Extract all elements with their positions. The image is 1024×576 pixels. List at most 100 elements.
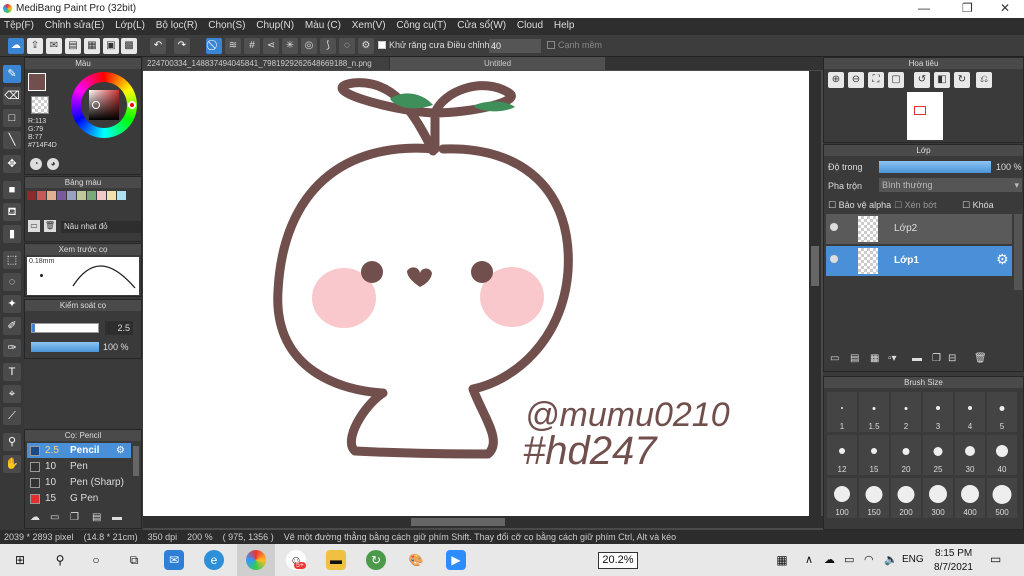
- brush-new-icon[interactable]: ▭: [50, 512, 59, 523]
- notification-center-icon[interactable]: ▭: [990, 552, 1001, 566]
- layer-visibility-icon[interactable]: [830, 223, 838, 231]
- rotate-right-icon[interactable]: ↻: [954, 72, 970, 88]
- brush-file-icon[interactable]: ▤: [92, 512, 101, 523]
- brush-size-value[interactable]: 2.5: [105, 321, 133, 335]
- navigator-viewport[interactable]: [914, 106, 926, 115]
- brush-item-pen[interactable]: 10 Pen: [27, 459, 131, 474]
- layer-settings-gear-icon[interactable]: ⚙: [996, 251, 1009, 268]
- brush-size-option[interactable]: 100: [827, 478, 857, 518]
- zoom-out-icon[interactable]: ⊖: [848, 72, 864, 88]
- brush-size-option[interactable]: 5: [987, 392, 1017, 432]
- brush-cloud-icon[interactable]: ☁: [30, 512, 40, 523]
- brush-tool-icon[interactable]: ✎: [3, 65, 21, 83]
- brush-size-option[interactable]: 25: [923, 435, 953, 475]
- brush-size-option[interactable]: 400: [955, 478, 985, 518]
- flip-icon[interactable]: ◧: [934, 72, 950, 88]
- brush-size-option[interactable]: 1: [827, 392, 857, 432]
- lasso-tool-icon[interactable]: ◌: [3, 273, 21, 291]
- comment-icon[interactable]: ✉: [46, 38, 62, 54]
- document-icon[interactable]: ▦: [84, 38, 100, 54]
- brush-settings-gear-icon[interactable]: ⚙: [116, 443, 125, 458]
- close-button[interactable]: ✕: [1000, 1, 1010, 15]
- delete-palette-icon[interactable]: 🗑: [44, 220, 56, 232]
- ellipse-snap-icon[interactable]: ◌: [339, 38, 355, 54]
- snap-off-icon[interactable]: ⃠: [206, 38, 222, 54]
- rect-tool-icon[interactable]: □: [3, 109, 21, 127]
- task-view-icon[interactable]: ⧉: [124, 550, 144, 570]
- brush-folder-icon[interactable]: ▬: [112, 512, 122, 523]
- brush-size-option[interactable]: 2: [891, 392, 921, 432]
- wifi-icon[interactable]: ◠: [864, 553, 874, 566]
- show-hidden-icons[interactable]: ∧: [805, 553, 813, 566]
- layer-row-1[interactable]: Lớp1 ⚙: [826, 246, 1012, 276]
- canvas-vertical-scrollbar[interactable]: [809, 71, 821, 516]
- cloud-icon[interactable]: ☁: [8, 38, 24, 54]
- adjust-input[interactable]: 40: [489, 39, 541, 53]
- palette-swatch[interactable]: [57, 191, 66, 200]
- operation-tool-icon[interactable]: ⌖: [3, 385, 21, 403]
- brush-size-option[interactable]: 1.5: [859, 392, 889, 432]
- zoom-app-icon[interactable]: ▶: [446, 550, 466, 570]
- palette-swatch[interactable]: [67, 191, 76, 200]
- clock-date[interactable]: 8/7/2021: [934, 562, 973, 573]
- paint-app-icon[interactable]: 🎨: [406, 550, 426, 570]
- color-picker-cursor[interactable]: [92, 101, 100, 109]
- tab-document-file[interactable]: 224700334_148837494045841_79819292626486…: [143, 57, 389, 70]
- alpha-protect-checkbox[interactable]: ☐ Bảo vệ alpha: [828, 200, 891, 211]
- new-layer-icon[interactable]: ▭: [830, 353, 839, 364]
- vanish-snap-icon[interactable]: ⋖: [263, 38, 279, 54]
- menu-window[interactable]: Cửa sổ(W): [453, 18, 510, 31]
- merge-layer-icon[interactable]: ⊟: [948, 353, 956, 364]
- undo-icon[interactable]: ↶: [150, 38, 166, 54]
- antialias-checkbox[interactable]: [378, 41, 386, 49]
- brush-size-option[interactable]: 200: [891, 478, 921, 518]
- share-icon[interactable]: ⇪: [27, 38, 43, 54]
- actual-size-icon[interactable]: ▢: [888, 72, 904, 88]
- reset-icon[interactable]: ⎌: [976, 72, 992, 88]
- blend-mode-select[interactable]: Bình thường ▾: [879, 178, 1022, 192]
- palette-swatch[interactable]: [87, 191, 96, 200]
- drawing-canvas[interactable]: @mumu0210 #hd247: [143, 71, 809, 516]
- brush-size-option[interactable]: 150: [859, 478, 889, 518]
- gradient-tool-icon[interactable]: ▮: [3, 225, 21, 243]
- menu-color[interactable]: Màu (C): [301, 18, 345, 31]
- brush-list-scrollbar[interactable]: [133, 446, 139, 476]
- snap-checkbox[interactable]: [547, 41, 555, 49]
- lock-checkbox[interactable]: ☐ Khóa: [962, 200, 994, 211]
- windows-start-icon[interactable]: ⊞: [10, 550, 30, 570]
- brush-size-option[interactable]: 15: [859, 435, 889, 475]
- file-explorer-icon[interactable]: ▬: [326, 550, 346, 570]
- edge-browser-icon[interactable]: e: [204, 550, 224, 570]
- new-8bit-layer-icon[interactable]: ▦: [870, 353, 879, 364]
- minimize-button[interactable]: —: [918, 1, 930, 15]
- delete-layer-icon[interactable]: 🗑: [974, 353, 987, 364]
- settings-gear-icon[interactable]: ⚙: [358, 38, 374, 54]
- brush-size-option[interactable]: 500: [987, 478, 1017, 518]
- search-icon[interactable]: ⚲: [50, 550, 70, 570]
- cross-snap-icon[interactable]: #: [244, 38, 260, 54]
- palette-swatch[interactable]: [27, 191, 36, 200]
- text-tool-icon[interactable]: T: [3, 363, 21, 381]
- layer-row-2[interactable]: Lớp2: [826, 214, 1012, 244]
- select-eraser-icon[interactable]: ✑: [3, 339, 21, 357]
- keyboard-icon[interactable]: ▦: [772, 550, 792, 570]
- brush-item-pencil[interactable]: 2.5 Pencil ⚙: [27, 443, 131, 458]
- fill-rect-tool-icon[interactable]: ■: [3, 181, 21, 199]
- redo-icon[interactable]: ↷: [174, 38, 190, 54]
- clipping-checkbox[interactable]: ☐ Xén bớt: [894, 200, 937, 211]
- menu-view[interactable]: Xem(V): [348, 18, 390, 31]
- brush-item-pen-sharp[interactable]: 10 Pen (Sharp): [27, 475, 131, 490]
- radial-snap-icon[interactable]: ✳: [282, 38, 298, 54]
- palette-swatch[interactable]: [117, 191, 126, 200]
- bucket-tool-icon[interactable]: ⛾: [3, 203, 21, 221]
- menu-filter[interactable]: Bộ lọc(R): [152, 18, 202, 31]
- eyedropper-tool-icon[interactable]: ⚲: [3, 433, 21, 451]
- layer-visibility-icon[interactable]: [830, 255, 838, 263]
- rotate-left-icon[interactable]: ↺: [914, 72, 930, 88]
- onedrive-icon[interactable]: ☁: [824, 553, 835, 566]
- brush-copy-icon[interactable]: ❐: [70, 512, 79, 523]
- primary-color-swatch[interactable]: [28, 73, 46, 91]
- line-tool-icon[interactable]: ╲: [3, 131, 21, 149]
- palette-swatch[interactable]: [37, 191, 46, 200]
- brush-size-option[interactable]: 20: [891, 435, 921, 475]
